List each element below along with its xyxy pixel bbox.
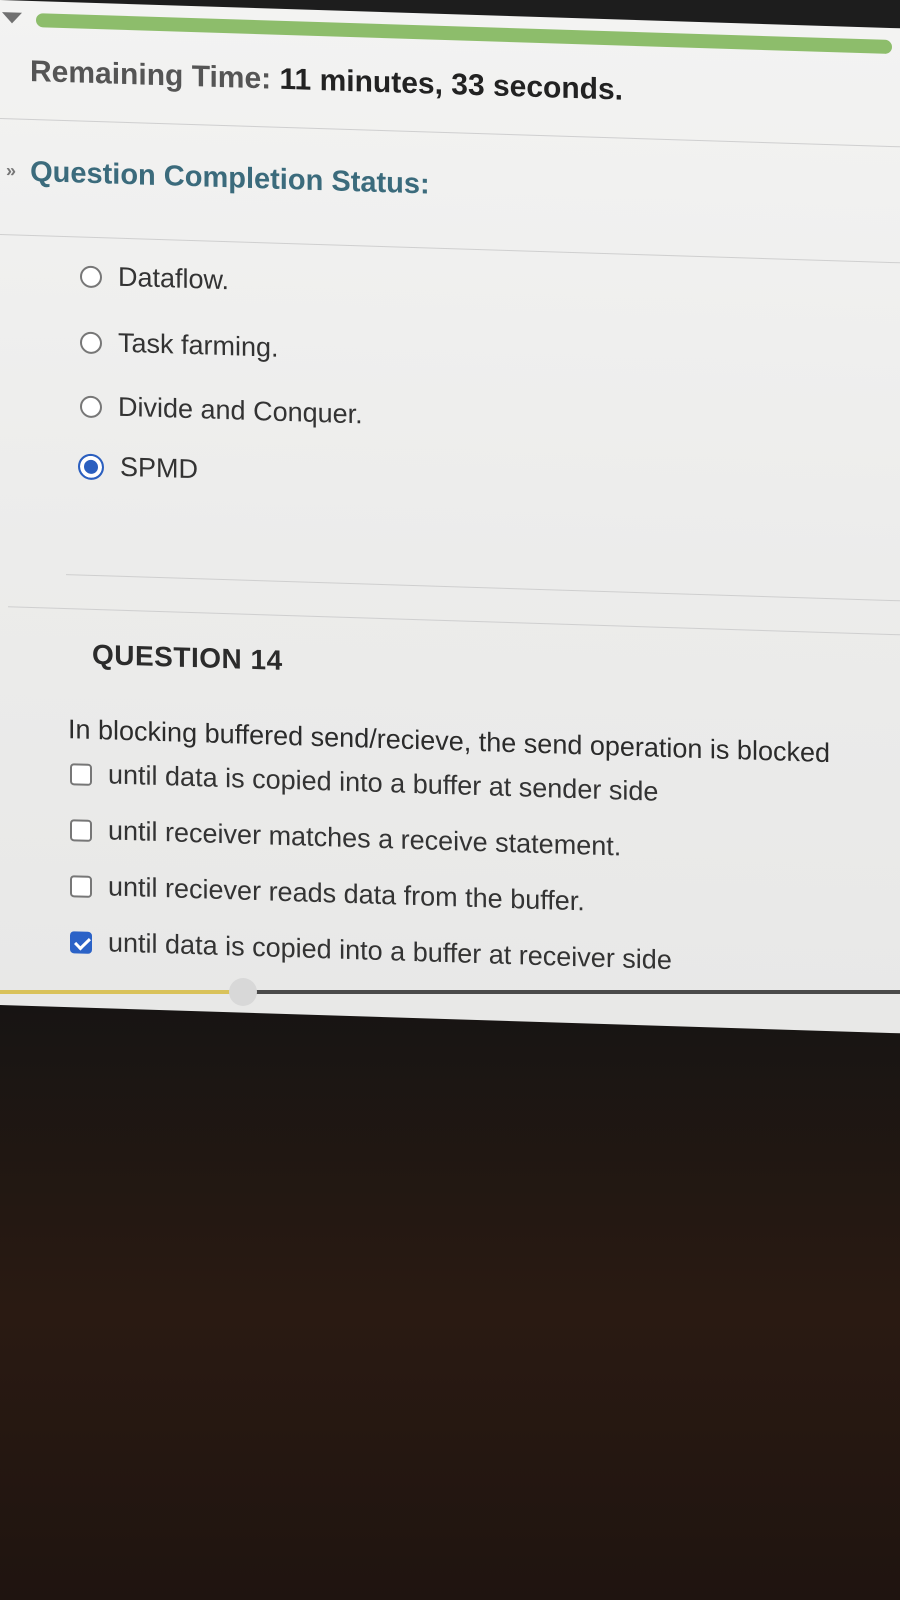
answer-option[interactable]: until reciever reads data from the buffe… xyxy=(70,870,585,917)
remaining-time: Remaining Time: 11 minutes, 33 seconds. xyxy=(30,55,623,108)
chevron-double-down-icon[interactable]: » xyxy=(6,160,16,180)
divider xyxy=(0,118,900,148)
answer-label: Task farming. xyxy=(118,327,279,363)
media-progress-fill xyxy=(0,990,243,994)
answer-option[interactable]: until data is copied into a buffer at se… xyxy=(70,758,658,807)
question-number: QUESTION 14 xyxy=(92,638,283,676)
question-completion-status[interactable]: » Question Completion Status: xyxy=(6,155,430,201)
radio-button[interactable] xyxy=(80,265,102,288)
radio-button[interactable] xyxy=(80,395,102,418)
answer-label: until data is copied into a buffer at re… xyxy=(108,927,672,976)
answer-label: Dataflow. xyxy=(118,261,230,296)
status-label: Question Completion Status: xyxy=(30,155,430,201)
answer-option[interactable]: Task farming. xyxy=(80,327,279,364)
answer-option[interactable]: Dataflow. xyxy=(80,261,229,297)
answer-label: until reciever reads data from the buffe… xyxy=(108,871,585,917)
answer-option[interactable]: SPMD xyxy=(78,450,198,485)
timer-progress-bar xyxy=(36,13,892,55)
checkbox-checked[interactable] xyxy=(70,930,92,954)
divider xyxy=(8,606,900,636)
answer-label: Divide and Conquer. xyxy=(118,391,363,430)
quiz-screen: Remaining Time: 11 minutes, 33 seconds. … xyxy=(0,0,900,1034)
remaining-time-label: Remaining Time: xyxy=(30,54,272,96)
caret-down-icon[interactable] xyxy=(2,12,22,24)
answer-label: SPMD xyxy=(120,451,199,485)
remaining-time-value: 11 minutes, 33 seconds. xyxy=(279,62,624,107)
answer-option[interactable]: Divide and Conquer. xyxy=(80,391,363,431)
checkbox[interactable] xyxy=(70,762,92,786)
media-progress-handle[interactable] xyxy=(229,978,257,1006)
answer-option[interactable]: until data is copied into a buffer at re… xyxy=(70,926,672,976)
radio-button-selected[interactable] xyxy=(78,452,104,480)
checkbox[interactable] xyxy=(70,874,92,898)
answer-label: until receiver matches a receive stateme… xyxy=(108,815,622,862)
answer-label: until data is copied into a buffer at se… xyxy=(108,759,659,807)
answer-option[interactable]: until receiver matches a receive stateme… xyxy=(70,814,621,862)
divider xyxy=(66,574,900,602)
checkbox[interactable] xyxy=(70,818,92,842)
divider xyxy=(0,234,900,264)
media-progress-track[interactable] xyxy=(0,978,900,1006)
radio-button[interactable] xyxy=(80,331,102,354)
